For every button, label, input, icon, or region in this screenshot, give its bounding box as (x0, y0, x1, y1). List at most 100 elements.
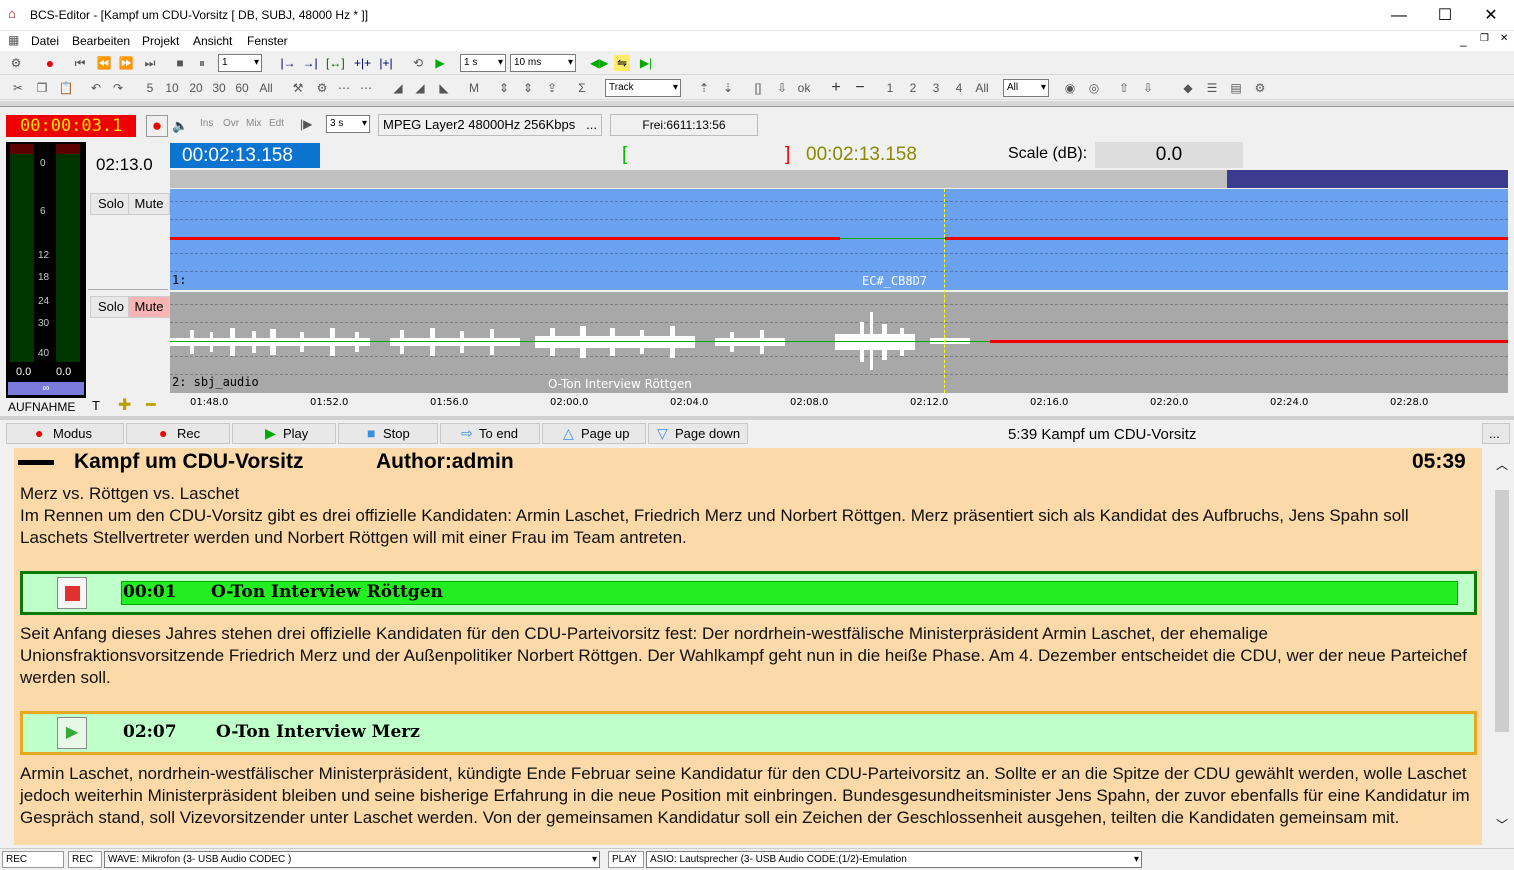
stop-icon[interactable]: ■ (172, 55, 188, 71)
playhead[interactable] (944, 189, 945, 393)
move-up-icon[interactable]: ⇡ (696, 80, 712, 96)
scroll-down-icon[interactable]: ﹀ (1496, 816, 1508, 833)
settings-icon[interactable]: ⚙ (1252, 80, 1268, 96)
splitter[interactable] (0, 416, 1514, 420)
clip-block-2[interactable]: ▶ 02:07 O-Ton Interview Merz (20, 711, 1477, 755)
mode-select[interactable]: Track (605, 79, 681, 97)
join-icon[interactable]: |+| (378, 55, 394, 71)
arrow-down-icon[interactable]: ⇩ (1140, 80, 1156, 96)
story-editor[interactable]: Kampf um CDU-Vorsitz Author:admin 05:39 … (14, 448, 1482, 845)
play-region-icon[interactable]: ▶ (432, 55, 448, 71)
gain-icon[interactable]: ◢ (390, 80, 406, 96)
stop-button[interactable]: ■ Stop (338, 423, 438, 444)
zoom-10[interactable]: 10 (164, 80, 180, 96)
menu-projekt[interactable]: Projekt (142, 34, 179, 48)
zoom-5[interactable]: 5 (142, 80, 158, 96)
copy-icon[interactable]: ❐ (34, 80, 50, 96)
fade-icon[interactable]: ⚒ (290, 80, 306, 96)
mark-out-icon[interactable]: →| (302, 55, 318, 71)
preroll-select[interactable]: 3 s (326, 115, 370, 133)
menu-ansicht[interactable]: Ansicht (193, 34, 232, 48)
speaker-icon[interactable]: 🔈 (172, 118, 188, 134)
follow-icon[interactable]: ▶| (638, 55, 654, 71)
page-up-button[interactable]: △ Page up (542, 423, 646, 444)
mode-mix[interactable]: Mix (246, 118, 262, 129)
step-select[interactable]: 1 (218, 54, 262, 72)
add-track-icon[interactable]: ✚ (118, 395, 131, 415)
import-icon[interactable]: ⇩ (774, 80, 790, 96)
sum-icon[interactable]: Σ (574, 80, 590, 96)
align-icon[interactable]: ⇕ (496, 80, 512, 96)
move-down-icon[interactable]: ⇣ (720, 80, 736, 96)
text-tool-icon[interactable]: T (92, 398, 100, 413)
envelope-icon[interactable]: ◣ (436, 80, 452, 96)
tools-icon[interactable]: ⚙ (314, 80, 330, 96)
scroll-thumb[interactable] (1495, 490, 1509, 732)
track-2-mute-button[interactable]: Mute (128, 296, 170, 318)
time-ruler[interactable]: 01:48.0 01:52.0 01:56.0 02:00.0 02:04.0 … (170, 394, 1508, 416)
ok-icon[interactable]: ok (796, 80, 812, 96)
track-1[interactable]: 1 (882, 80, 898, 96)
minimize-button[interactable]: — (1376, 0, 1422, 31)
forward-icon[interactable]: ⏩ (118, 55, 134, 71)
track-all[interactable]: All (974, 80, 990, 96)
rec-device-select[interactable]: WAVE: Mikrofon (3- USB Audio CODEC ) (104, 851, 600, 868)
eye-off-icon[interactable]: ◎ (1086, 80, 1102, 96)
select-region-icon[interactable]: [↔] (326, 55, 345, 71)
dots2-icon[interactable]: ⋯ (358, 80, 374, 96)
layout-icon[interactable]: ▤ (1228, 80, 1244, 96)
arrow-up-icon[interactable]: ⇧ (1116, 80, 1132, 96)
track-select[interactable]: All (1003, 79, 1049, 97)
story-scrollbar[interactable]: ︿ ﹀ (1492, 448, 1512, 845)
marker-icon[interactable]: M (466, 80, 482, 96)
play-button[interactable]: ▶ Play (232, 423, 336, 444)
mdi-close-icon[interactable]: ✕ (1500, 33, 1508, 44)
skip-end-icon[interactable]: ⏭ (142, 55, 158, 71)
menu-bearbeiten[interactable]: Bearbeiten (72, 34, 130, 48)
clip-stop-button[interactable] (57, 577, 87, 609)
normalize-icon[interactable]: ◢ (412, 80, 428, 96)
zoom-20[interactable]: 20 (188, 80, 204, 96)
split-icon[interactable]: +|+ (354, 55, 371, 71)
rec-button[interactable]: ● Rec (126, 423, 230, 444)
mode-edt[interactable]: Edt (269, 118, 284, 129)
pin-icon[interactable]: ◆ (1180, 80, 1196, 96)
snap-icon[interactable]: ⇋ (614, 55, 630, 71)
bracket-icon[interactable]: [] (750, 80, 766, 96)
eye-icon[interactable]: ◉ (1062, 80, 1078, 96)
record-icon[interactable]: ● (42, 55, 58, 71)
clip-play-icon[interactable]: ▶ (57, 717, 87, 749)
page-down-button[interactable]: ▽ Page down (648, 423, 748, 444)
clip-block-1[interactable]: 00:01 O-Ton Interview Röttgen (20, 571, 1477, 615)
scroll-up-icon[interactable]: ︿ (1496, 456, 1508, 473)
cut-icon[interactable]: ✂ (10, 80, 26, 96)
export-icon[interactable]: ⇪ (544, 80, 560, 96)
mark-in-icon[interactable]: |→ (280, 55, 296, 71)
zoom-60[interactable]: 60 (234, 80, 250, 96)
redo-icon[interactable]: ↷ (110, 80, 126, 96)
paste-icon[interactable]: 📋 (58, 80, 74, 96)
zoom-all[interactable]: All (258, 80, 274, 96)
modus-button[interactable]: ● Modus (6, 423, 124, 444)
dots-icon[interactable]: ⋯ (336, 80, 352, 96)
interval-select-1[interactable]: 1 s (460, 54, 506, 72)
more-button[interactable]: ... (1482, 423, 1510, 444)
close-button[interactable]: ✕ (1468, 0, 1514, 31)
mode-ovr[interactable]: Ovr (223, 118, 239, 129)
interval-select-2[interactable]: 10 ms (510, 54, 576, 72)
nudge-icon[interactable]: ◀▶ (590, 55, 608, 71)
undo-icon[interactable]: ↶ (88, 80, 104, 96)
track-2-lane[interactable]: 2: sbj_audio O-Ton Interview Röttgen (170, 292, 1508, 393)
link-icon[interactable]: ∞ (8, 382, 84, 395)
plus-icon[interactable]: + (828, 80, 844, 96)
track-4[interactable]: 4 (951, 80, 967, 96)
pause-icon[interactable]: ⏸ (194, 55, 210, 71)
format-more[interactable]: ... (586, 115, 597, 135)
timeline-visible-range[interactable] (1227, 170, 1508, 188)
track-1-mute-button[interactable]: Mute (128, 193, 170, 215)
skip-start-icon[interactable]: ⏮ (72, 55, 88, 71)
play-device-select[interactable]: ASIO: Lautsprecher (3- USB Audio CODE:(1… (646, 851, 1142, 868)
menu-datei[interactable]: Datei (31, 34, 59, 48)
timeline-overview[interactable] (170, 170, 1228, 188)
minus-icon[interactable]: − (852, 80, 868, 96)
